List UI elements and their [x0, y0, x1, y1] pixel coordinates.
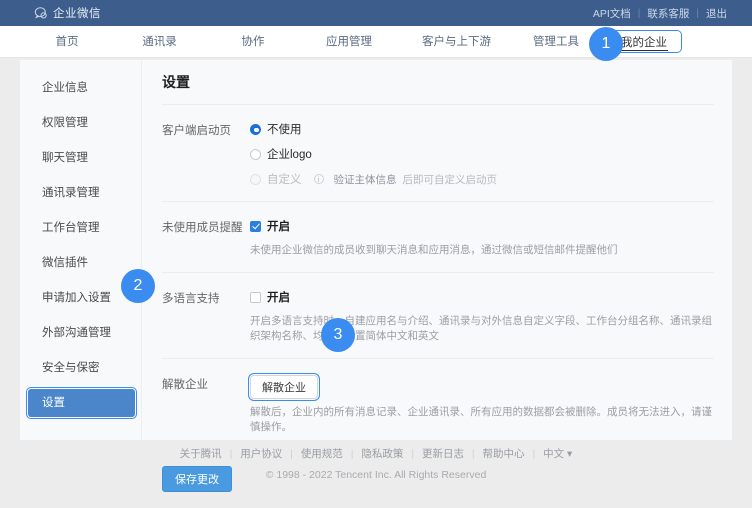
- nav-tab-my-enterprise-label: 我的企业: [621, 37, 667, 50]
- footer-separator-5: |: [472, 448, 475, 460]
- radio-option-enterprise-logo[interactable]: 企业logo: [250, 146, 714, 162]
- setting-body-multilanguage: 开启 开启多语言支持时，自建应用名与介绍、通讯录与对外信息自定义字段、工作台分组…: [250, 289, 714, 344]
- sidebar-item-wechat-plugin[interactable]: 微信插件: [20, 249, 141, 277]
- radio-icon-enterprise-logo[interactable]: [250, 149, 261, 160]
- hint-dissolve-enterprise: 解散后，企业内的所有消息记录、企业通讯录、所有应用的数据都会被删除。成员将无法进…: [250, 405, 714, 435]
- sidebar-item-chat-management[interactable]: 聊天管理: [20, 144, 141, 172]
- setting-row-dissolve-enterprise: 解散企业 解散企业 解散后，企业内的所有消息记录、企业通讯录、所有应用的数据都会…: [162, 359, 714, 450]
- footer-link-usage-rules[interactable]: 使用规范: [296, 448, 348, 460]
- page-card: 企业信息 权限管理 聊天管理 通讯录管理 工作台管理 微信插件 申请加入设置 外…: [20, 60, 732, 440]
- radio-icon-custom: [250, 174, 261, 185]
- nav-tab-collaboration[interactable]: 协作: [207, 26, 299, 58]
- sidebar-item-settings[interactable]: 设置: [28, 389, 135, 417]
- sidebar-item-external-communication[interactable]: 外部沟通管理: [20, 319, 141, 347]
- nav-tab-customer-supplychain[interactable]: 客户与上下游: [399, 26, 514, 58]
- setting-row-unused-member-reminder: 未使用成员提醒 开启 未使用企业微信的成员收到聊天消息和应用消息，通过微信或短信…: [162, 202, 714, 273]
- radio-option-custom: 自定义 i 验证主体信息 后即可自定义启动页: [250, 171, 714, 187]
- setting-label-dissolve-enterprise: 解散企业: [162, 375, 250, 435]
- radio-icon-none[interactable]: [250, 124, 261, 135]
- sidebar-item-permission-management[interactable]: 权限管理: [20, 109, 141, 137]
- nav-active-underline: [620, 50, 668, 52]
- checkbox-icon-multilanguage[interactable]: [250, 292, 261, 303]
- footer-link-help-center[interactable]: 帮助中心: [478, 448, 530, 460]
- checkbox-icon-unused-reminder[interactable]: [250, 221, 261, 232]
- verify-entity-tail-text: 后即可自定义启动页: [403, 172, 498, 187]
- page-title: 设置: [162, 72, 714, 105]
- footer-link-changelog[interactable]: 更新日志: [417, 448, 469, 460]
- logout-link[interactable]: 退出: [699, 6, 734, 21]
- nav-tab-home[interactable]: 首页: [22, 26, 112, 58]
- sidebar-item-security-confidentiality[interactable]: 安全与保密: [20, 354, 141, 382]
- footer-link-about-tencent[interactable]: 关于腾讯: [175, 448, 227, 460]
- wecom-logo-icon: [34, 6, 48, 20]
- hint-unused-member-reminder: 未使用企业微信的成员收到聊天消息和应用消息，通过微信或短信邮件提醒他们: [250, 243, 714, 258]
- footer-separator-4: |: [411, 448, 414, 460]
- nav-tab-app-management[interactable]: 应用管理: [299, 26, 399, 58]
- checkbox-label-multilanguage: 开启: [267, 289, 290, 305]
- topbar-links: API文档 | 联系客服 | 退出: [586, 6, 734, 21]
- top-header-bar: 企业微信 API文档 | 联系客服 | 退出: [0, 0, 752, 26]
- sidebar: 企业信息 权限管理 聊天管理 通讯录管理 工作台管理 微信插件 申请加入设置 外…: [20, 60, 142, 440]
- sidebar-item-enterprise-info[interactable]: 企业信息: [20, 74, 141, 102]
- nav-tab-admin-tools[interactable]: 管理工具: [514, 26, 598, 58]
- setting-label-unused-member-reminder: 未使用成员提醒: [162, 218, 250, 258]
- setting-body-unused-member-reminder: 开启 未使用企业微信的成员收到聊天消息和应用消息，通过微信或短信邮件提醒他们: [250, 218, 714, 258]
- dissolve-enterprise-button[interactable]: 解散企业: [250, 375, 318, 399]
- main-navigation-bar: 首页 通讯录 协作 应用管理 客户与上下游 管理工具 我的企业: [0, 26, 752, 58]
- footer-link-privacy-policy[interactable]: 隐私政策: [356, 448, 408, 460]
- api-doc-link[interactable]: API文档: [586, 6, 638, 21]
- footer-separator-1: |: [230, 448, 233, 460]
- footer-separator-6: |: [532, 448, 535, 460]
- footer-copyright: © 1998 - 2022 Tencent Inc. All Rights Re…: [0, 469, 752, 481]
- checkbox-option-unused-reminder[interactable]: 开启: [250, 218, 714, 234]
- footer-separator-2: |: [290, 448, 293, 460]
- footer-language-selector[interactable]: 中文 ▾: [538, 448, 577, 460]
- footer-separator-3: |: [351, 448, 354, 460]
- annotation-badge-2: 2: [121, 269, 155, 303]
- annotation-badge-1: 1: [589, 27, 623, 61]
- setting-label-client-startpage: 客户端启动页: [162, 121, 250, 187]
- info-circle-icon: i: [314, 174, 324, 184]
- hint-multilanguage: 开启多语言支持时，自建应用名与介绍、通讯录与对外信息自定义字段、工作台分组名称、…: [250, 314, 714, 344]
- radio-label-custom: 自定义: [267, 171, 302, 187]
- setting-row-multilanguage: 多语言支持 开启 开启多语言支持时，自建应用名与介绍、通讯录与对外信息自定义字段…: [162, 273, 714, 359]
- settings-content: 设置 客户端启动页 不使用 企业logo 自定义 i 验证主体信息 后即可自: [142, 60, 732, 440]
- radio-option-none[interactable]: 不使用: [250, 121, 714, 137]
- footer-link-user-agreement[interactable]: 用户协议: [235, 448, 287, 460]
- radio-label-none: 不使用: [267, 121, 302, 137]
- setting-body-dissolve-enterprise: 解散企业 解散后，企业内的所有消息记录、企业通讯录、所有应用的数据都会被删除。成…: [250, 375, 714, 435]
- brand-name: 企业微信: [53, 5, 101, 21]
- checkbox-option-multilanguage[interactable]: 开启: [250, 289, 714, 305]
- setting-body-client-startpage: 不使用 企业logo 自定义 i 验证主体信息 后即可自定义启动页: [250, 121, 714, 187]
- contact-support-link[interactable]: 联系客服: [640, 6, 696, 21]
- nav-tab-contacts[interactable]: 通讯录: [112, 26, 207, 58]
- verify-entity-link[interactable]: 验证主体信息: [334, 172, 397, 187]
- setting-label-multilanguage: 多语言支持: [162, 289, 250, 344]
- nav-items: 首页 通讯录 协作 应用管理 客户与上下游 管理工具 我的企业: [0, 26, 752, 58]
- sidebar-item-contacts-management[interactable]: 通讯录管理: [20, 179, 141, 207]
- footer: 关于腾讯 | 用户协议 | 使用规范 | 隐私政策 | 更新日志 | 帮助中心 …: [0, 446, 752, 481]
- sidebar-item-workbench-management[interactable]: 工作台管理: [20, 214, 141, 242]
- setting-row-client-startpage: 客户端启动页 不使用 企业logo 自定义 i 验证主体信息 后即可自定义启动页: [162, 105, 714, 202]
- radio-label-enterprise-logo: 企业logo: [267, 146, 312, 162]
- footer-links: 关于腾讯 | 用户协议 | 使用规范 | 隐私政策 | 更新日志 | 帮助中心 …: [0, 446, 752, 461]
- checkbox-label-unused-reminder: 开启: [267, 218, 290, 234]
- annotation-badge-3: 3: [321, 318, 355, 352]
- brand[interactable]: 企业微信: [34, 5, 101, 21]
